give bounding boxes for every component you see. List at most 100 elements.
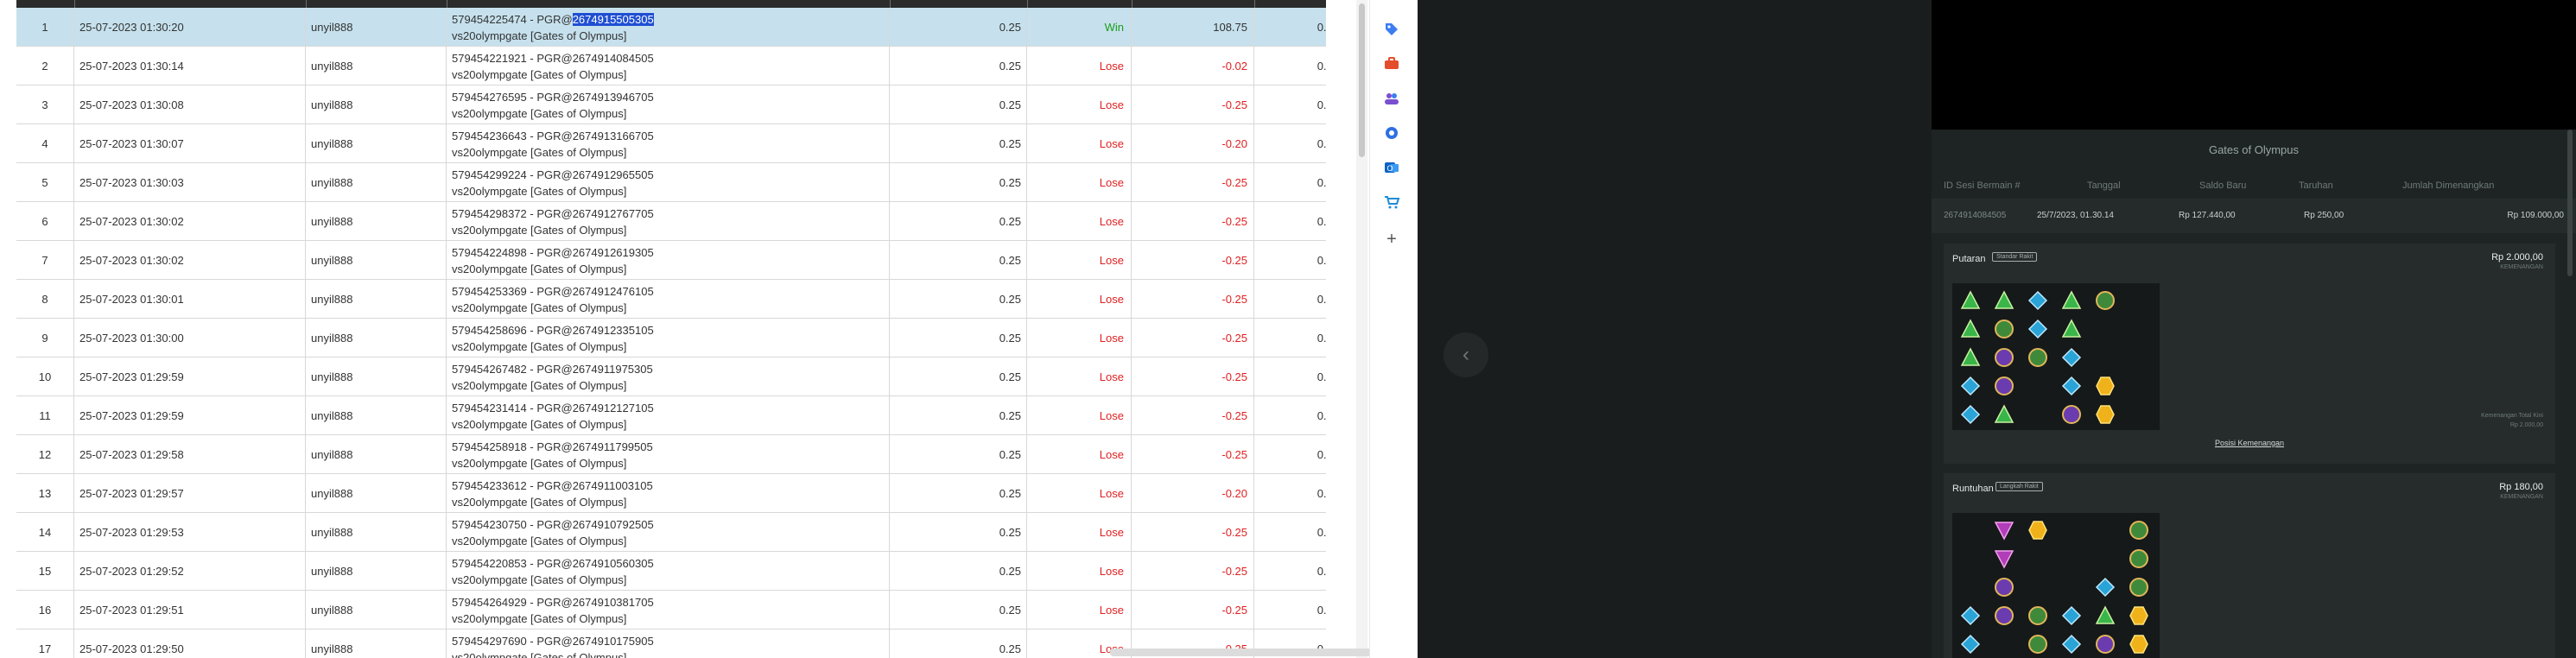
table-row[interactable]: 3 25-07-2023 01:30:08 unyil888 579454276595… bbox=[16, 85, 1326, 124]
row-round-id[interactable]: 2674912619305 bbox=[573, 246, 654, 259]
row-username: unyil888 bbox=[306, 630, 447, 658]
detail-scrollbar[interactable] bbox=[2567, 130, 2573, 276]
row-bet: 0.25 bbox=[890, 202, 1027, 241]
row-description[interactable]: 579454233612 - PGR@2674911003105 vs20olym… bbox=[447, 474, 890, 513]
yellow-gem-icon bbox=[2124, 630, 2154, 658]
row-balance: 0.00 bbox=[1317, 137, 1326, 150]
table-row[interactable]: 13 25-07-2023 01:29:57 unyil888 57945423361… bbox=[16, 474, 1326, 513]
row-game-name: vs20olympgate [Gates of Olympus] bbox=[452, 106, 627, 120]
outlook-icon[interactable]: O bbox=[1381, 157, 1402, 178]
table-row[interactable]: 5 25-07-2023 01:30:03 unyil888 579454299224… bbox=[16, 163, 1326, 202]
row-description[interactable]: 579454258696 - PGR@2674912335105 vs20olym… bbox=[447, 319, 890, 357]
row-game-name: vs20olympgate [Gates of Olympus] bbox=[452, 378, 627, 392]
row-ref-line: 579454267482 - PGR@2674911975305 bbox=[452, 361, 653, 377]
row-description[interactable]: 579454231414 - PGR@2674912127105 vs20olym… bbox=[447, 396, 890, 435]
blue-gem-icon bbox=[2057, 344, 2086, 371]
row-round-id[interactable]: 2674910792505 bbox=[573, 518, 654, 531]
table-row[interactable]: 12 25-07-2023 01:29:58 unyil888 57945425891… bbox=[16, 435, 1326, 474]
win-position-link[interactable]: Posisi Kemenangan bbox=[1944, 439, 2555, 447]
table-row[interactable]: 1 25-07-2023 01:30:20 unyil888 579454225474… bbox=[16, 8, 1326, 47]
tumble-tag: Langkah Rakit bbox=[1995, 482, 2043, 491]
table-row[interactable]: 11 25-07-2023 01:29:59 unyil888 57945423141… bbox=[16, 396, 1326, 435]
table-row[interactable]: 2 25-07-2023 01:30:14 unyil888 579454221921… bbox=[16, 47, 1326, 85]
column-new-balance: Saldo Baru bbox=[2199, 180, 2247, 191]
row-description[interactable]: 579454236643 - PGR@2674913166705 vs20olym… bbox=[447, 124, 890, 163]
table-row[interactable]: 6 25-07-2023 01:30:02 unyil888 579454298372… bbox=[16, 202, 1326, 241]
row-datetime: 25-07-2023 01:29:59 bbox=[74, 396, 306, 435]
row-description[interactable]: 579454298372 - PGR@2674912767705 vs20olym… bbox=[447, 202, 890, 241]
row-username: unyil888 bbox=[306, 552, 447, 591]
table-row[interactable]: 16 25-07-2023 01:29:51 unyil888 57945426492… bbox=[16, 591, 1326, 630]
row-round-id[interactable]: 2674911003105 bbox=[573, 479, 653, 492]
row-description[interactable]: 579454225474 - PGR@2674915505305 vs20olym… bbox=[447, 8, 890, 47]
row-round-id[interactable]: 2674910560305 bbox=[573, 557, 654, 570]
row-result: Lose bbox=[1027, 280, 1132, 319]
row-winlose: -0.25 bbox=[1132, 319, 1254, 357]
row-datetime: 25-07-2023 01:30:07 bbox=[74, 124, 306, 163]
row-description[interactable]: 579454276595 - PGR@2674913946705 vs20olym… bbox=[447, 85, 890, 124]
table-row[interactable]: 4 25-07-2023 01:30:07 unyil888 579454236643… bbox=[16, 124, 1326, 163]
row-description[interactable]: 579454220853 - PGR@2674910560305 vs20olym… bbox=[447, 552, 890, 591]
row-round-id[interactable]: 2674914084505 bbox=[573, 52, 654, 65]
people-icon[interactable] bbox=[1381, 88, 1402, 109]
spin-side-note-label: Kemenangan Total Kini bbox=[2481, 413, 2543, 419]
scrollbar-thumb[interactable] bbox=[1359, 3, 1365, 157]
row-round-id[interactable]: 2674912127105 bbox=[573, 402, 654, 414]
green-gem-icon bbox=[1956, 344, 1985, 371]
row-game-name: vs20olympgate [Gates of Olympus] bbox=[452, 67, 627, 81]
blue-gem-icon bbox=[2057, 630, 2086, 658]
row-round-id[interactable]: 2674912767705 bbox=[573, 207, 654, 220]
blue-gem-icon bbox=[2023, 287, 2053, 314]
table-row[interactable]: 8 25-07-2023 01:30:01 unyil888 579454253369… bbox=[16, 280, 1326, 319]
row-round-id[interactable]: 2674913946705 bbox=[573, 91, 654, 104]
table-row[interactable]: 15 25-07-2023 01:29:52 unyil888 57945422085… bbox=[16, 552, 1326, 591]
row-description[interactable]: 579454299224 - PGR@2674912965505 vs20olym… bbox=[447, 163, 890, 202]
table-row[interactable]: 10 25-07-2023 01:29:59 unyil888 57945426748… bbox=[16, 357, 1326, 396]
row-result: Lose bbox=[1027, 396, 1132, 435]
row-round-id[interactable]: 2674913166705 bbox=[573, 130, 654, 142]
row-round-id[interactable]: 2674911975305 bbox=[573, 363, 653, 376]
row-description[interactable]: 579454253369 - PGR@2674912476105 vs20olym… bbox=[447, 280, 890, 319]
table-vertical-scrollbar[interactable] bbox=[1356, 0, 1367, 658]
row-description[interactable]: 579454224898 - PGR@2674912619305 vs20olym… bbox=[447, 241, 890, 280]
row-bet: 0.25 bbox=[890, 435, 1027, 474]
bet-value: Rp 250,00 bbox=[2304, 211, 2344, 220]
row-bet: 0.25 bbox=[890, 357, 1027, 396]
table-row[interactable]: 9 25-07-2023 01:30:00 unyil888 579454258696… bbox=[16, 319, 1326, 357]
row-round-id[interactable]: 2674911799505 bbox=[573, 440, 653, 453]
row-round-id[interactable]: 2674912335105 bbox=[573, 324, 654, 337]
tag-icon[interactable] bbox=[1381, 19, 1402, 40]
chevron-left-icon[interactable]: ‹ bbox=[1443, 332, 1488, 377]
row-description[interactable]: 579454297690 - PGR@2674910175905 vs20olym… bbox=[447, 630, 890, 658]
row-description[interactable]: 579454258918 - PGR@2674911799505 vs20olym… bbox=[447, 435, 890, 474]
row-round-id[interactable]: 2674910381705 bbox=[573, 596, 654, 609]
row-round-id[interactable]: 2674910175905 bbox=[573, 635, 654, 648]
row-round-id[interactable]: 2674912476105 bbox=[573, 285, 654, 298]
row-result: Lose bbox=[1027, 513, 1132, 552]
row-description[interactable]: 579454221921 - PGR@2674914084505 vs20olym… bbox=[447, 47, 890, 85]
row-winlose: -0.25 bbox=[1132, 396, 1254, 435]
row-balance: 0.00 bbox=[1317, 332, 1326, 345]
plus-icon[interactable]: + bbox=[1381, 229, 1402, 250]
table-row[interactable]: 14 25-07-2023 01:29:53 unyil888 57945423075… bbox=[16, 513, 1326, 552]
game-history-panel: ‹ Gates of Olympus ID Sesi Bermain # Tan… bbox=[1418, 0, 2576, 658]
cart-icon[interactable] bbox=[1381, 192, 1402, 212]
blue-gem-icon bbox=[1956, 401, 1985, 428]
yellow-gem-icon bbox=[2091, 372, 2120, 400]
row-result: Lose bbox=[1027, 241, 1132, 280]
row-datetime: 25-07-2023 01:30:02 bbox=[74, 241, 306, 280]
row-description[interactable]: 579454267482 - PGR@2674911975305 vs20olym… bbox=[447, 357, 890, 396]
row-ref-line: 579454258918 - PGR@2674911799505 bbox=[452, 439, 653, 455]
extension-icon[interactable] bbox=[1381, 123, 1402, 143]
row-round-id[interactable]: 2674912965505 bbox=[573, 168, 654, 181]
row-result: Lose bbox=[1027, 85, 1132, 124]
table-horizontal-scrollbar[interactable] bbox=[1110, 649, 1404, 656]
row-round-id[interactable]: 2674915505305 bbox=[572, 12, 654, 26]
row-description[interactable]: 579454264929 - PGR@2674910381705 vs20olym… bbox=[447, 591, 890, 630]
row-number: 17 bbox=[16, 630, 74, 658]
toolbox-icon[interactable] bbox=[1381, 54, 1402, 74]
row-datetime: 25-07-2023 01:30:01 bbox=[74, 280, 306, 319]
row-ref-prefix: 579454230750 - PGR@ bbox=[452, 517, 573, 531]
table-row[interactable]: 7 25-07-2023 01:30:02 unyil888 579454224898… bbox=[16, 241, 1326, 280]
row-description[interactable]: 579454230750 - PGR@2674910792505 vs20olym… bbox=[447, 513, 890, 552]
